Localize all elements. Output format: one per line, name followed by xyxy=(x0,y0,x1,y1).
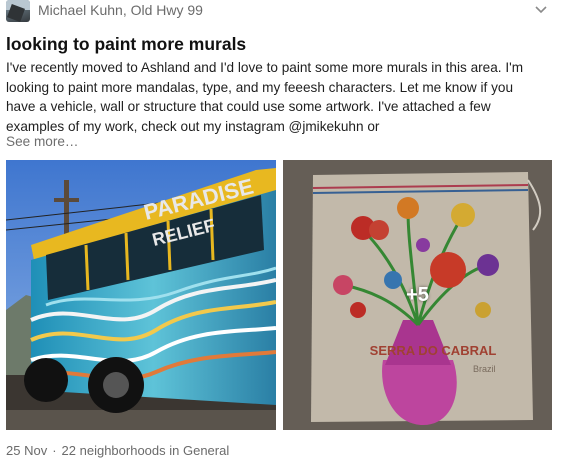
post-header: Michael Kuhn, Old Hwy 99 xyxy=(0,0,570,24)
post-audience[interactable]: 22 neighborhoods in General xyxy=(62,443,230,458)
author-line[interactable]: Michael Kuhn, Old Hwy 99 xyxy=(38,2,203,18)
photo-bus-mural[interactable]: PARADISE RELIEF xyxy=(6,160,276,430)
post-footer: 25 Nov · 22 neighborhoods in General xyxy=(6,443,229,458)
chevron-down-icon[interactable] xyxy=(532,1,550,19)
see-more-link[interactable]: See more… xyxy=(6,134,79,149)
more-photos-count: +5 xyxy=(406,283,429,306)
post-date[interactable]: 25 Nov xyxy=(6,443,47,458)
footer-separator: · xyxy=(52,443,57,458)
post-body: I've recently moved to Ashland and I'd l… xyxy=(6,60,524,134)
more-photos-overlay[interactable]: +5 xyxy=(283,160,552,430)
post-title: looking to paint more murals xyxy=(6,34,247,54)
avatar[interactable] xyxy=(6,0,30,22)
photo-flower-bag[interactable]: SERRA DO CABRAL Brazil +5 xyxy=(283,160,552,430)
